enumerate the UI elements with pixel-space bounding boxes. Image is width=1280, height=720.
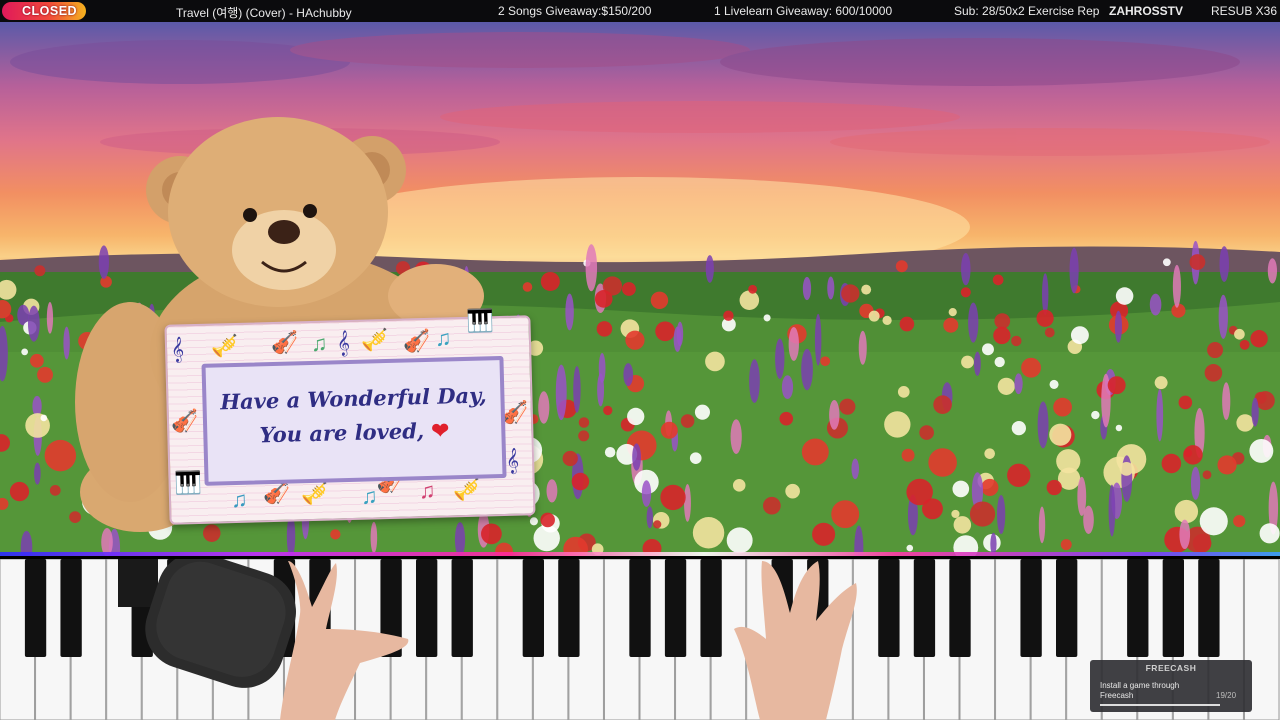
music-note-icon: ♫ xyxy=(310,330,328,356)
greeting-line-1: Have a Wonderful Day, xyxy=(219,382,487,415)
treble-clef-icon: 𝄞 xyxy=(505,447,520,473)
black-key xyxy=(913,559,936,657)
greeting-line-2-text: You are loved, xyxy=(259,418,425,448)
black-key xyxy=(24,559,47,657)
music-note-icon: ♫ xyxy=(230,486,248,513)
stream-overlay-bar: CLOSED Travel (여행) (Cover) - HAchubby 2 … xyxy=(0,0,1280,22)
black-key xyxy=(664,559,687,657)
piano-keys xyxy=(0,559,1280,720)
greeting-line-2: You are loved, ❤ xyxy=(207,416,502,449)
now-playing-song: Travel (여행) (Cover) - HAchubby xyxy=(176,6,352,20)
greeting-sign: 𝄞 🎺 🎻 ♫ 𝄞 🎺 🎻 ♫ 🎹 🎻 🎻 𝄞 🎹 ♫ 🎻 🎺 ♫ 🎻 ♫ 🎺 … xyxy=(164,308,536,525)
ad-line-2: Freecash xyxy=(1100,691,1134,700)
black-key xyxy=(416,559,438,657)
black-key xyxy=(60,559,82,657)
heart-icon: ❤ xyxy=(431,417,450,443)
treble-clef-icon: 𝄞 xyxy=(170,336,185,362)
sub-goal-counter: Sub: 28/50x2 Exercise Rep xyxy=(954,4,1100,18)
violin-icon: 🎻 xyxy=(402,327,431,354)
greeting-sign-panel: Have a Wonderful Day, You are loved, ❤ xyxy=(201,355,507,486)
violin-icon: 🎻 xyxy=(170,407,199,434)
status-badge-label: CLOSED xyxy=(22,4,78,18)
black-key xyxy=(878,559,900,657)
music-note-icon: ♫ xyxy=(418,477,436,504)
black-key xyxy=(451,559,473,657)
livelearn-giveaway-counter: 1 Livelearn Giveaway: 600/10000 xyxy=(714,4,893,18)
songs-giveaway-counter: 2 Songs Giveaway:$150/200 xyxy=(498,4,652,18)
trumpet-icon: 🎺 xyxy=(452,476,481,503)
freecash-ad-popup[interactable]: FREECASH Install a game through Freecash… xyxy=(1090,660,1252,712)
ad-progress-bar xyxy=(1100,704,1220,706)
black-key xyxy=(1127,559,1149,657)
piano-keyboard xyxy=(0,559,1280,720)
black-key xyxy=(522,559,544,657)
music-note-icon: ♫ xyxy=(360,483,378,509)
violin-icon: 🎻 xyxy=(262,479,291,506)
ad-page-counter: 19/20 xyxy=(1216,691,1237,700)
black-key xyxy=(1020,559,1042,657)
black-key xyxy=(1056,559,1078,657)
black-key xyxy=(1198,559,1220,657)
trumpet-icon: 🎺 xyxy=(360,326,389,353)
black-key xyxy=(1162,559,1184,657)
music-note-icon: ♫ xyxy=(434,325,452,351)
black-key xyxy=(700,559,722,657)
channel-name: ZAHROSSTV xyxy=(1109,4,1184,18)
resub-counter: RESUB X36 xyxy=(1211,4,1278,18)
grand-piano-icon: 🎹 xyxy=(466,308,495,334)
trumpet-icon: 🎺 xyxy=(300,480,329,507)
grand-piano-icon: 🎹 xyxy=(174,469,203,496)
status-badge: CLOSED xyxy=(2,2,86,20)
violin-icon: 🎻 xyxy=(270,329,299,356)
ad-line-1: Install a game through xyxy=(1100,681,1180,690)
black-key xyxy=(949,559,971,657)
treble-clef-icon: 𝄞 xyxy=(336,329,351,356)
black-key xyxy=(629,559,651,657)
ad-brand: FREECASH xyxy=(1145,663,1197,673)
audio-visualizer-bar xyxy=(0,552,1280,556)
trumpet-icon: 🎺 xyxy=(210,332,239,359)
black-key xyxy=(558,559,580,657)
